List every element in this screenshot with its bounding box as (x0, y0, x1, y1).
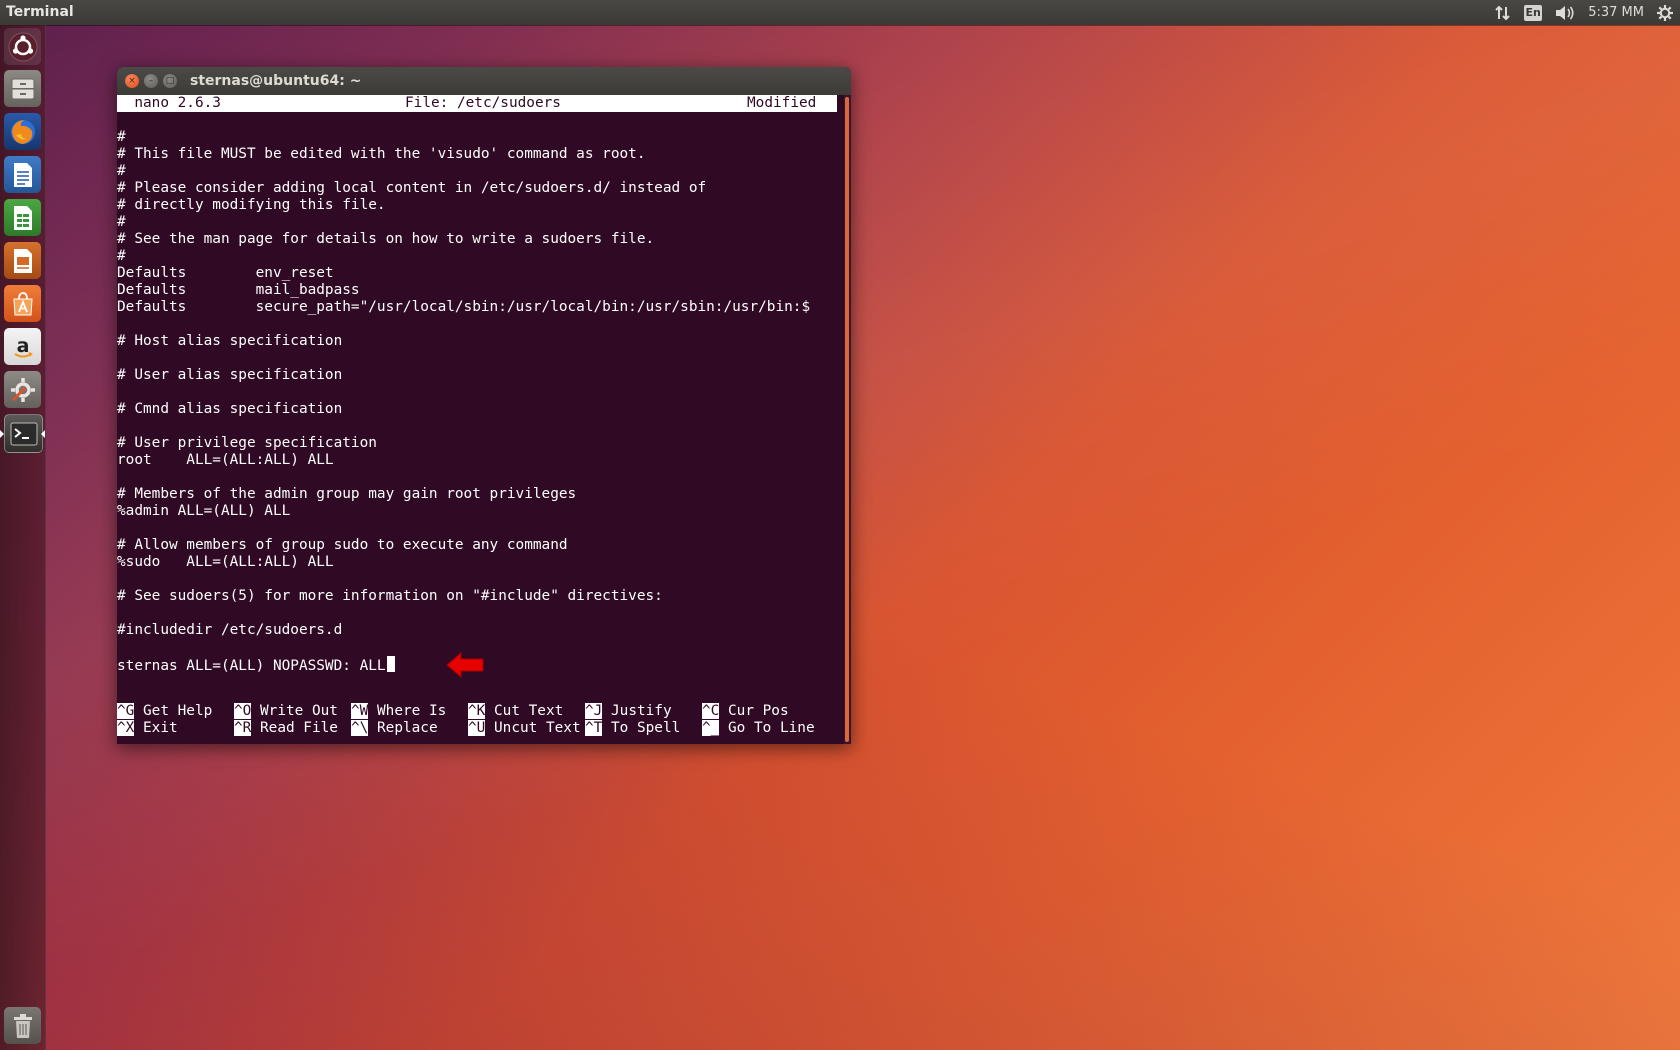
shortcut-label: Exit (134, 720, 178, 736)
shortcut-key: ^R (234, 720, 252, 736)
nano-shortcut[interactable]: ^W Where Is (351, 703, 446, 720)
window-titlebar[interactable]: × – □ sternas@ubuntu64: ~ (117, 67, 851, 95)
clock-indicator[interactable]: 5:37 MM (1588, 5, 1644, 20)
editor-line[interactable]: # directly modifying this file. (117, 197, 386, 214)
terminal-window[interactable]: × – □ sternas@ubuntu64: ~ nano 2.6.3 Fil… (117, 67, 851, 744)
shortcut-key: ^K (468, 703, 486, 719)
ubuntu-logo-icon[interactable] (4, 28, 41, 65)
shortcut-label: Cur Pos (719, 703, 789, 719)
calc-spreadsheet-icon[interactable] (4, 199, 41, 236)
editor-line[interactable]: # See the man page for details on how to… (117, 231, 654, 248)
shortcut-key: ^\ (351, 720, 369, 736)
shortcut-key: ^O (234, 703, 252, 719)
shortcut-label: To Spell (602, 720, 681, 736)
editor-line[interactable]: %sudo ALL=(ALL:ALL) ALL (117, 554, 334, 571)
terminal-scrollbar[interactable] (844, 95, 851, 744)
shortcut-key: ^_ (702, 720, 720, 736)
shortcut-key: ^X (117, 720, 135, 736)
keyboard-layout-indicator[interactable]: En (1524, 4, 1543, 21)
nano-editor[interactable]: nano 2.6.3 File: /etc/sudoers Modified #… (117, 95, 844, 744)
nano-shortcut[interactable]: ^_ Go To Line (702, 720, 815, 737)
nano-shortcut[interactable]: ^R Read File (234, 720, 338, 737)
editor-line[interactable]: # User alias specification (117, 367, 342, 384)
editor-line[interactable]: Defaults secure_path="/usr/local/sbin:/u… (117, 299, 810, 316)
editor-line[interactable]: # (117, 129, 126, 146)
shortcut-key: ^W (351, 703, 369, 719)
nano-shortcut[interactable]: ^X Exit (117, 720, 178, 737)
settings-tools-icon[interactable] (4, 371, 41, 408)
shortcut-label: Where Is (368, 703, 447, 719)
unity-launcher: a (0, 25, 46, 1050)
nano-header-bar: nano 2.6.3 File: /etc/sudoers Modified (117, 95, 837, 112)
editor-line[interactable]: # This file MUST be edited with the 'vis… (117, 146, 646, 163)
shortcut-label: Replace (368, 720, 438, 736)
editor-line[interactable]: # Members of the admin group may gain ro… (117, 486, 576, 503)
shortcut-label: Uncut Text (485, 720, 581, 736)
editor-line[interactable]: # See sudoers(5) for more information on… (117, 588, 663, 605)
volume-icon[interactable] (1554, 5, 1576, 21)
editor-line[interactable]: # Host alias specification (117, 333, 342, 350)
software-center-bag-icon[interactable] (4, 285, 41, 322)
window-minimize-button[interactable]: – (144, 74, 158, 88)
editor-line[interactable]: # Allow members of group sudo to execute… (117, 537, 568, 554)
editor-line[interactable]: Defaults env_reset (117, 265, 334, 282)
nano-file-label: File: /etc/sudoers (405, 95, 561, 111)
writer-document-icon[interactable] (4, 156, 41, 193)
shortcut-key: ^U (468, 720, 486, 736)
shortcut-label: Read File (251, 720, 338, 736)
editor-line[interactable]: # Cmnd alias specification (117, 401, 342, 418)
editor-line[interactable]: # Please consider adding local content i… (117, 180, 706, 197)
shortcut-label: Justify (602, 703, 672, 719)
editor-line[interactable]: sternas ALL=(ALL) NOPASSWD: ALL (117, 656, 395, 674)
shortcut-label: Go To Line (719, 720, 815, 736)
terminal-prompt-icon[interactable] (4, 414, 43, 453)
svg-text:a: a (16, 335, 29, 357)
editor-line[interactable]: # (117, 163, 126, 180)
nano-shortcut[interactable]: ^U Uncut Text (468, 720, 581, 737)
editor-line[interactable]: Defaults mail_badpass (117, 282, 360, 299)
settings-gear-icon[interactable] (1656, 4, 1674, 22)
text-cursor (386, 656, 395, 672)
nano-shortcut[interactable]: ^G Get Help (117, 703, 212, 720)
editor-line[interactable]: root ALL=(ALL:ALL) ALL (117, 452, 334, 469)
editor-line[interactable]: # User privilege specification (117, 435, 377, 452)
shortcut-key: ^C (702, 703, 720, 719)
trash-bin-icon[interactable] (4, 1007, 41, 1044)
network-transfer-icon[interactable] (1494, 5, 1512, 21)
window-close-button[interactable]: × (125, 74, 139, 88)
editor-line[interactable]: # (117, 214, 126, 231)
nano-shortcut[interactable]: ^K Cut Text (468, 703, 563, 720)
top-panel: Terminal En 5:37 MM (0, 0, 1680, 25)
nano-shortcut[interactable]: ^C Cur Pos (702, 703, 789, 720)
shortcut-key: ^J (585, 703, 603, 719)
focused-indicator-pip (41, 430, 45, 438)
editor-line[interactable]: %admin ALL=(ALL) ALL (117, 503, 290, 520)
nano-shortcut[interactable]: ^O Write Out (234, 703, 338, 720)
shortcut-key: ^T (585, 720, 603, 736)
terminal-scrollbar-thumb[interactable] (845, 97, 849, 742)
shortcut-label: Write Out (251, 703, 338, 719)
nano-modified-status: Modified (747, 95, 817, 111)
active-app-title: Terminal (6, 4, 74, 20)
shortcut-label: Get Help (134, 703, 213, 719)
window-maximize-button[interactable]: □ (163, 74, 177, 88)
indicator-area: En 5:37 MM (1494, 0, 1674, 25)
impress-presentation-icon[interactable] (4, 242, 41, 279)
red-arrow-icon (446, 651, 484, 679)
nano-shortcut[interactable]: ^\ Replace (351, 720, 438, 737)
amazon-a-icon[interactable]: a (4, 328, 41, 365)
file-cabinet-icon[interactable] (4, 70, 41, 107)
shortcut-key: ^G (117, 703, 135, 719)
nano-shortcut[interactable]: ^J Justify (585, 703, 672, 720)
nano-shortcut[interactable]: ^T To Spell (585, 720, 680, 737)
nano-version: nano 2.6.3 (117, 95, 221, 111)
editor-line[interactable]: # (117, 248, 126, 265)
editor-line[interactable]: #includedir /etc/sudoers.d (117, 622, 342, 639)
shortcut-label: Cut Text (485, 703, 564, 719)
firefox-icon[interactable] (4, 113, 41, 150)
window-title: sternas@ubuntu64: ~ (190, 73, 362, 89)
